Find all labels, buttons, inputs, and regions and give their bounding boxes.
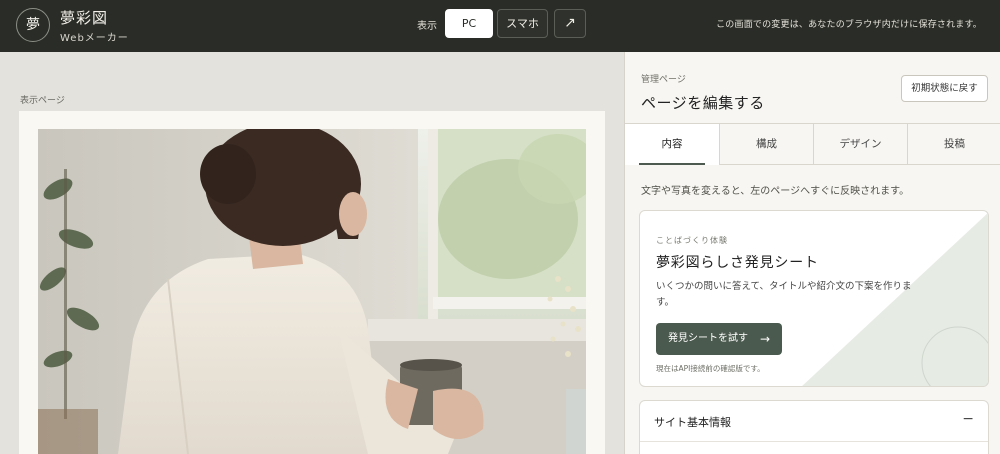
logo-mark: 夢 bbox=[16, 8, 50, 42]
panel-title: ページを編集する bbox=[641, 94, 765, 112]
card-title: 夢彩図らしさ発見シート bbox=[656, 255, 819, 271]
top-bar: 夢 夢彩図 Webメーカー 表示 PC スマホ ↗ この画面での変更は、あなたの… bbox=[0, 0, 1000, 52]
tab-posts[interactable]: 投稿 bbox=[907, 124, 1000, 165]
card-note: 現在はAPI接続前の確認版です。 bbox=[656, 364, 765, 373]
edit-panel: 管理ページ ページを編集する 初期状態に戻す 内容 構成 デザイン 投稿 文字や… bbox=[624, 52, 1000, 454]
collapse-icon[interactable]: − bbox=[962, 411, 974, 427]
tab-content[interactable]: 内容 bbox=[625, 124, 719, 165]
brand-title: 夢彩図 bbox=[60, 9, 109, 27]
view-label: 表示 bbox=[417, 21, 437, 32]
panel-kicker: 管理ページ bbox=[641, 75, 686, 85]
tab-structure[interactable]: 構成 bbox=[719, 124, 813, 165]
reset-button[interactable]: 初期状態に戻す bbox=[901, 75, 988, 102]
panel-tabs: 内容 構成 デザイン 投稿 bbox=[625, 123, 1000, 165]
tab-design[interactable]: デザイン bbox=[813, 124, 907, 165]
brand-subtitle: Webメーカー bbox=[60, 33, 129, 44]
open-preview-button[interactable]: ↗ bbox=[554, 9, 586, 38]
section-title: サイト基本情報 bbox=[654, 416, 731, 429]
preview-frame bbox=[19, 111, 605, 454]
site-info-section[interactable]: サイト基本情報 − bbox=[639, 400, 989, 454]
section-divider bbox=[640, 441, 988, 442]
save-note: この画面での変更は、あなたのブラウザ内だけに保存されます。 bbox=[716, 20, 982, 30]
hero-photo bbox=[38, 129, 586, 454]
discovery-card: ことばづくり体験 夢彩図らしさ発見シート いくつかの問いに答えて、タイトルや紹介… bbox=[639, 210, 989, 387]
view-pc-button[interactable]: PC bbox=[445, 9, 493, 38]
try-sheet-button-label: 発見シートを試す bbox=[668, 333, 748, 344]
panel-intro: 文字や写真を変えると、左のページへすぐに反映されます。 bbox=[641, 186, 910, 197]
try-sheet-button[interactable]: 発見シートを試す → bbox=[656, 323, 782, 355]
preview-label: 表示ページ bbox=[20, 96, 65, 106]
arrow-right-icon: → bbox=[759, 332, 770, 346]
view-smartphone-button[interactable]: スマホ bbox=[497, 9, 548, 38]
card-kicker: ことばづくり体験 bbox=[656, 236, 728, 245]
external-link-arrow-icon: ↗ bbox=[564, 15, 576, 31]
card-description: いくつかの問いに答えて、タイトルや紹介文の下案を作ります。 bbox=[656, 281, 912, 308]
